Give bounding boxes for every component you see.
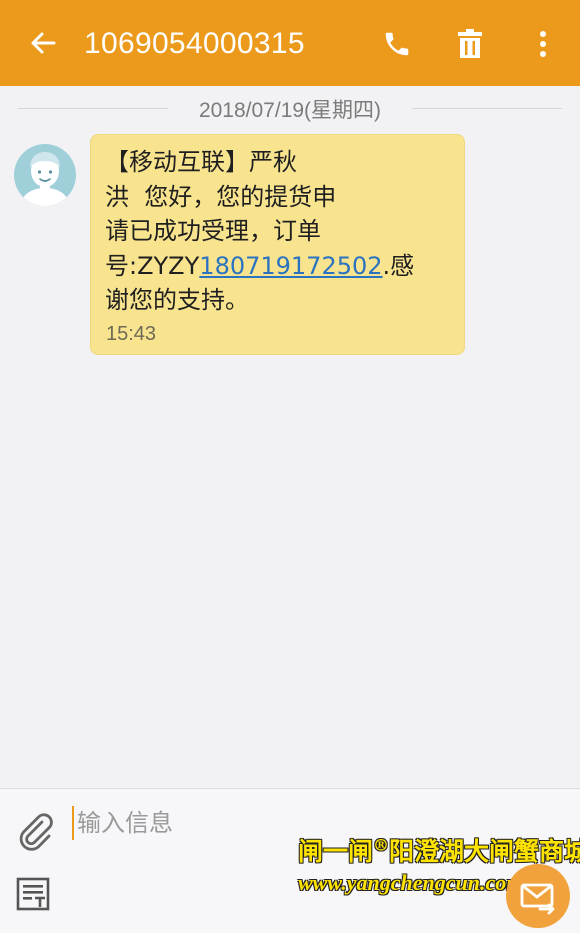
text-template-icon — [16, 877, 50, 911]
phone-icon — [385, 32, 409, 56]
watermark-store: 阳澄湖大闸蟹商城 — [389, 837, 580, 866]
send-mail-icon — [520, 883, 555, 915]
message-line: 号:ZYZY180719172502.感 — [105, 249, 450, 284]
arrow-left-icon — [31, 32, 56, 54]
text-cursor — [72, 806, 74, 840]
paperclip-icon — [19, 813, 53, 851]
conversation-title: 1069054000315 — [84, 27, 305, 60]
date-divider: 2018/07/19(星期四) — [18, 92, 562, 126]
message-line: 请已成功受理，订单 — [105, 217, 321, 245]
template-button[interactable] — [16, 876, 52, 912]
call-button[interactable] — [377, 24, 417, 64]
back-button[interactable] — [24, 24, 62, 62]
attach-button[interactable] — [14, 810, 56, 852]
trash-icon — [458, 29, 482, 58]
order-prefix: 号:ZYZY — [105, 251, 200, 280]
message-text: 【移动互联】严秋 洪 您好，您的提货申 请已成功受理，订单 号:ZYZY1807… — [105, 145, 450, 318]
date-label: 2018/07/19(星期四) — [198, 99, 382, 122]
watermark-brand: 闸一闸 — [298, 837, 374, 866]
delete-button[interactable] — [450, 24, 490, 64]
order-suffix: .感 — [382, 251, 415, 280]
message-bubble[interactable]: 【移动互联】严秋 洪 您好，您的提货申 请已成功受理，订单 号:ZYZY1807… — [90, 134, 465, 355]
message-time: 15:43 — [106, 323, 157, 345]
message-line: 【移动互联】严秋 — [105, 148, 297, 176]
avatar[interactable] — [14, 144, 76, 206]
watermark-url: www.yangchengcun.com — [298, 870, 524, 895]
watermark-line-1: 闸一闸®阳澄湖大闸蟹商城 — [298, 832, 580, 868]
more-vertical-icon — [540, 31, 546, 57]
message-line: 谢您的支持。 — [105, 286, 249, 314]
divider-line — [412, 108, 562, 109]
message-line: 洪 您好，您的提货申 — [105, 182, 337, 211]
watermark: 闸一闸®阳澄湖大闸蟹商城 www.yangchengcun.com — [298, 832, 580, 896]
registered-mark: ® — [373, 835, 390, 855]
app-bar: 1069054000315 — [0, 0, 580, 86]
send-button[interactable] — [506, 864, 570, 928]
contact-avatar-icon — [14, 144, 76, 206]
more-options-button[interactable] — [523, 24, 563, 64]
order-number-link[interactable]: 180719172502 — [199, 252, 382, 280]
message-input[interactable]: 输入信息 — [77, 806, 173, 840]
